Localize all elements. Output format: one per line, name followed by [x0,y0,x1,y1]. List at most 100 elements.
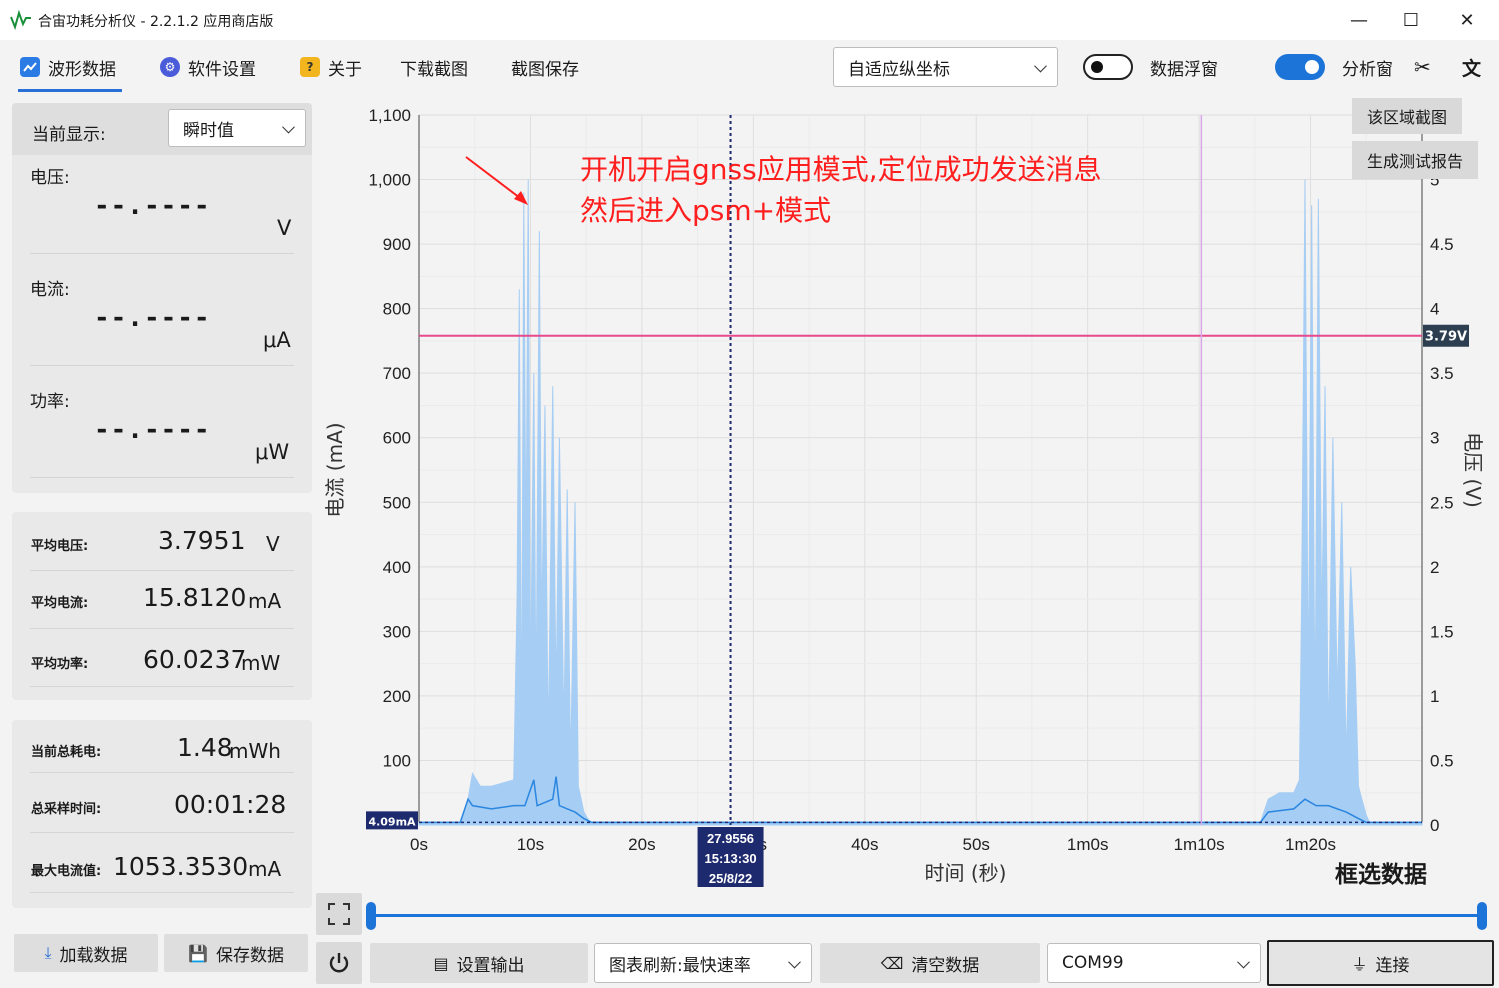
generate-report-button[interactable]: 生成测试报告 [1352,141,1478,179]
display-mode-value: 瞬时值 [183,120,234,141]
save-data-button[interactable]: 💾 保存数据 [164,934,308,972]
set-output-label: 设置输出 [456,955,525,976]
generate-report-label: 生成测试报告 [1366,152,1463,171]
axis-mode-value: 自适应纵坐标 [848,59,950,80]
data-float-label: 数据浮窗 [1150,59,1218,80]
axis-mode-select[interactable]: 自适应纵坐标 [833,47,1058,87]
toolbar: 波形数据 ⚙ 软件设置 ? 关于 下载截图 截图保存 自适应纵坐标 数据浮窗 分… [0,40,1499,92]
power-value: --.---- [94,415,211,445]
fullscreen-button[interactable] [316,893,362,935]
divider [30,628,294,629]
y-right-tick-label: 4.5 [1430,235,1454,254]
scissors-icon[interactable]: ✂ [1414,54,1431,80]
voltage-tag-text: 3.79V [1425,330,1467,345]
box-select-button[interactable]: 框选数据 [1335,855,1427,889]
set-output-button[interactable]: ▤ 设置输出 [370,943,588,983]
clear-data-button[interactable]: ⌫ 清空数据 [820,943,1040,983]
refresh-rate-select[interactable]: 图表刷新:最快速率 [594,943,812,983]
total-time-label: 总采样时间: [31,802,102,817]
avg-voltage-unit: V [266,532,280,556]
port-value: COM99 [1062,953,1124,973]
range-slider-start-handle[interactable] [366,902,376,930]
cursor-label-text: 15:13:30 [705,851,757,866]
tab-waveform[interactable]: 波形数据 [20,54,116,80]
y-right-tick-label: 4 [1430,300,1439,319]
x-axis-title: 时间 (秒) [925,861,1007,885]
range-slider-end-handle[interactable] [1477,902,1487,930]
display-mode-select[interactable]: 瞬时值 [168,109,306,147]
y-left-axis-title: 电流 (mA) [323,422,347,517]
tab-waveform-label: 波形数据 [48,59,116,80]
active-tab-indicator [18,89,122,92]
chart-area[interactable]: 100 200 300 400 500 600 700 800 900 1,000 1,100 0 0.… [316,95,1499,890]
expand-icon [328,903,350,925]
y-right-tick-label: 3.5 [1430,364,1454,383]
divider [30,892,294,893]
y-right-tick-label: 3 [1430,429,1439,448]
close-button[interactable]: ✕ [1441,0,1493,40]
annotation-text: 然后进入psm+模式 [580,194,831,227]
clear-data-label: 清空数据 [911,955,980,976]
save-icon: 💾 [188,943,208,963]
tab-about[interactable]: ? 关于 [300,54,362,80]
realtime-panel: 当前显示: 瞬时值 电压: --.---- V 电流: --.---- μA 功… [12,103,312,493]
y-right-axis-title: 电压 (V) [1461,432,1485,508]
y-right-tick-label: 0.5 [1430,751,1454,770]
y-right-tick-label: 1 [1430,687,1439,706]
refresh-rate-value: 图表刷新:最快速率 [609,955,751,976]
analysis-toggle[interactable] [1275,54,1325,80]
plug-icon: ⏚ [1351,955,1368,974]
connect-label: 连接 [1375,955,1410,976]
load-data-button[interactable]: ⤓ 加载数据 [14,934,158,972]
power-button[interactable] [316,942,362,984]
divider [30,477,294,478]
gear-icon: ⚙ [160,57,180,77]
avg-current-unit: mA [248,589,282,613]
data-float-toggle[interactable] [1083,54,1133,80]
y-left-tick-label: 800 [383,300,411,319]
divider [30,772,294,773]
download-screenshot-button[interactable]: 下载截图 [400,54,468,80]
divider [30,570,294,571]
power-label: 功率: [30,392,70,412]
y-left-tick-label: 300 [383,622,411,641]
y-left-tick-label: 200 [383,687,411,706]
total-energy-label: 当前总耗电: [31,745,102,760]
range-slider-track[interactable] [372,914,1482,917]
tab-settings[interactable]: ⚙ 软件设置 [160,54,256,80]
averages-panel: 平均电压: 3.7951 V 平均电流: 15.8120 mA 平均功率: 60… [12,512,312,700]
power-chart[interactable]: 100 200 300 400 500 600 700 800 900 1,000 1,100 0 0.… [316,95,1499,890]
current-value: --.---- [94,303,211,333]
region-screenshot-button[interactable]: 该区域截图 [1352,98,1462,134]
current-tag-text: 4.09mA [368,815,416,828]
analysis-label: 分析窗 [1342,59,1393,80]
maximize-button[interactable]: ☐ [1385,0,1437,40]
current-unit: μA [263,328,291,352]
download-screenshot-label: 下载截图 [400,59,468,80]
power-unit: μW [255,440,290,464]
divider [30,686,294,687]
voltage-value: --.---- [94,191,211,221]
y-left-tick-label: 700 [383,364,411,383]
save-screenshot-button[interactable]: 截图保存 [511,54,579,80]
y-right-tick-label: 2 [1430,558,1439,577]
avg-voltage-value: 3.7951 [158,526,246,555]
y-right-tick-label: 2.5 [1430,493,1454,512]
port-select[interactable]: COM99 [1047,943,1261,983]
window-title: 合宙功耗分析仪 - 2.2.1.2 应用商店版 [38,14,274,30]
divider [30,253,294,254]
total-energy-value: 1.48 [177,733,233,762]
y-right-tick-label: 1.5 [1430,622,1454,641]
load-data-label: 加载数据 [59,945,128,966]
y-right-tick-label: 0 [1430,816,1439,835]
minimize-button[interactable]: — [1333,0,1385,40]
voltage-label: 电压: [30,168,70,188]
title-bar: 合宙功耗分析仪 - 2.2.1.2 应用商店版 — ☐ ✕ [0,0,1499,40]
connect-button[interactable]: ⏚ 连接 [1267,940,1494,986]
totals-panel: 当前总耗电: 1.48 mWh 总采样时间: 00:01:28 最大电流值: 1… [12,720,312,908]
chevron-down-icon [1237,955,1250,969]
x-tick-label: 1m10s [1174,835,1225,854]
translate-icon[interactable]: 文 [1462,54,1481,80]
cursor-label-text: 25/8/22 [709,871,752,886]
max-current-value: 1053.3530 [113,852,249,881]
